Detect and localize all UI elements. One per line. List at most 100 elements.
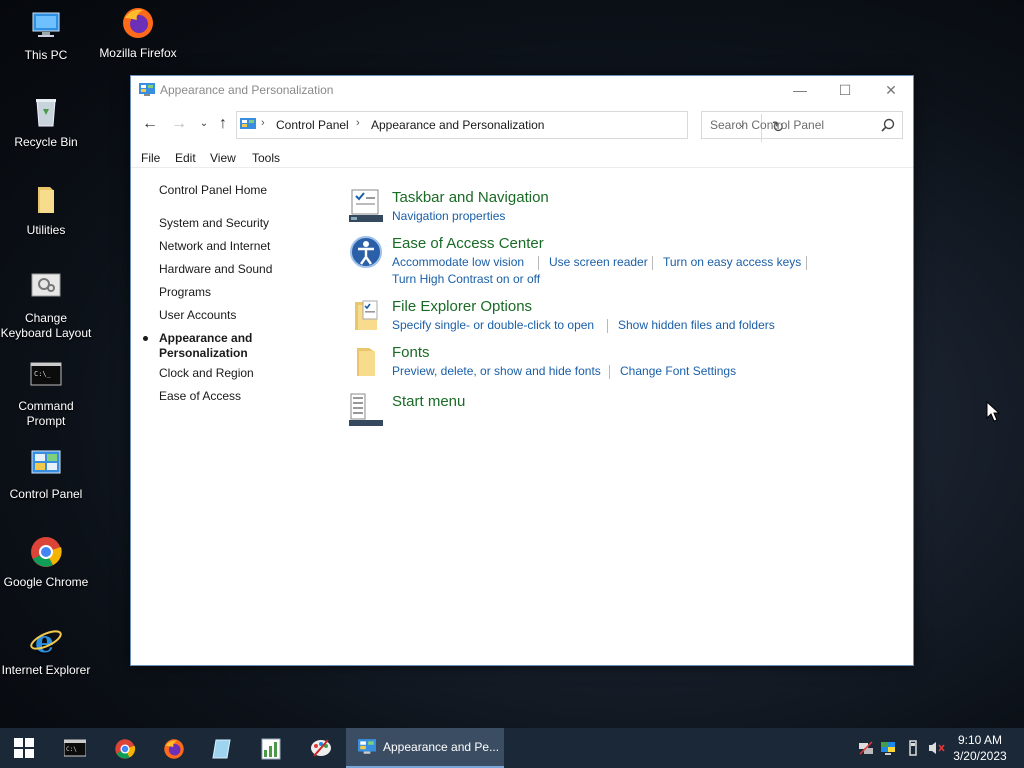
desktop-icon-this-pc[interactable]: This PC: [0, 8, 92, 63]
link-use-screen-reader[interactable]: Use screen reader: [549, 255, 648, 269]
link-change-font-settings[interactable]: Change Font Settings: [620, 364, 736, 378]
title-bar[interactable]: Appearance and Personalization — ☐ ✕: [131, 76, 913, 105]
menu-file[interactable]: File: [141, 151, 160, 165]
taskbar-spreadsheet[interactable]: [247, 728, 295, 768]
menu-tools[interactable]: Tools: [252, 151, 280, 165]
link-single-double-click[interactable]: Specify single- or double-click to open: [392, 318, 594, 332]
taskbar-firefox[interactable]: [149, 728, 197, 768]
desktop-icon-label: Command Prompt: [18, 399, 74, 428]
category-start-menu[interactable]: Start menu: [392, 393, 465, 410]
maximize-button[interactable]: ☐: [822, 76, 868, 105]
desktop-icon-firefox[interactable]: Mozilla Firefox: [92, 6, 184, 61]
svg-text:C:\: C:\: [66, 746, 77, 753]
desktop-icon-label: Internet Explorer: [1, 663, 91, 677]
category-taskbar-and-navigation[interactable]: Taskbar and Navigation: [392, 189, 549, 206]
breadcrumb-separator-icon: ›: [261, 117, 265, 129]
nav-appearance-line1[interactable]: Appearance and: [159, 331, 252, 346]
start-icon: [14, 738, 34, 758]
taskbar-paint[interactable]: [296, 728, 344, 768]
clock-time: 9:10 AM: [957, 733, 1003, 747]
link-turn-on-easy-access-keys[interactable]: Turn on easy access keys: [663, 255, 801, 269]
chrome-icon: [29, 535, 63, 569]
nav-system-and-security[interactable]: System and Security: [159, 216, 269, 231]
breadcrumb-appearance[interactable]: Appearance and Personalization: [371, 118, 544, 132]
network-icon[interactable]: [858, 740, 874, 756]
category-file-explorer-options[interactable]: File Explorer Options: [392, 298, 532, 315]
taskbar-chrome[interactable]: [100, 728, 148, 768]
category-fonts[interactable]: Fonts: [392, 344, 430, 361]
nav-network-and-internet[interactable]: Network and Internet: [159, 239, 270, 254]
folder-options-icon[interactable]: [349, 298, 383, 332]
menu-bar: File Edit View Tools: [131, 148, 913, 168]
desktop-icon-recycle-bin[interactable]: Recycle Bin: [0, 95, 92, 150]
taskbar-icon[interactable]: [349, 188, 383, 222]
taskbar-command-prompt[interactable]: C:\: [50, 728, 98, 768]
nav-programs[interactable]: Programs: [159, 285, 211, 300]
desktop-icon-label: This PC: [24, 48, 68, 62]
window-title: Appearance and Personalization: [160, 83, 334, 97]
desktop-icon-label: Mozilla Firefox: [99, 46, 177, 60]
desktop-icon-label: Change Keyboard Layout: [0, 311, 92, 340]
clock-date: 3/20/2023: [953, 749, 1007, 763]
menu-view[interactable]: View: [210, 151, 236, 165]
display-icon[interactable]: [880, 740, 896, 756]
desktop-icon-label: Control Panel: [9, 487, 83, 501]
firefox-icon: [163, 738, 184, 759]
this-pc-icon: [29, 8, 63, 42]
internet-explorer-icon: e: [29, 623, 63, 660]
link-preview-fonts[interactable]: Preview, delete, or show and hide fonts: [392, 364, 601, 378]
category-ease-of-access-center[interactable]: Ease of Access Center: [392, 235, 544, 252]
desktop-icon-control-panel[interactable]: Control Panel: [0, 447, 92, 502]
search-icon[interactable]: [881, 118, 895, 132]
firefox-icon: [121, 6, 155, 40]
desktop-icon-utilities[interactable]: Utilities: [0, 183, 92, 238]
control-panel-icon: [240, 118, 256, 132]
link-navigation-properties[interactable]: Navigation properties: [392, 209, 505, 223]
spreadsheet-icon: [261, 738, 281, 760]
breadcrumb-control-panel[interactable]: Control Panel: [276, 118, 349, 132]
link-accommodate-low-vision[interactable]: Accommodate low vision: [392, 255, 524, 269]
link-separator: [806, 256, 807, 270]
taskbar-notepad[interactable]: [198, 728, 246, 768]
taskbar-active-window[interactable]: Appearance and Pe...: [346, 728, 504, 768]
keyboard-settings-icon: [29, 271, 63, 305]
desktop-icon-google-chrome[interactable]: Google Chrome: [0, 535, 92, 590]
start-button[interactable]: [0, 728, 48, 768]
search-input[interactable]: [703, 113, 873, 137]
system-clock[interactable]: 9:10 AM 3/20/2023: [948, 732, 1012, 764]
usb-icon[interactable]: [905, 740, 921, 756]
nav-user-accounts[interactable]: User Accounts: [159, 308, 236, 323]
desktop-icon-command-prompt[interactable]: C:\_ Command Prompt: [0, 359, 92, 429]
link-separator: [609, 365, 610, 379]
control-panel-icon: [358, 739, 376, 755]
control-panel-window: Appearance and Personalization — ☐ ✕ ← →…: [130, 75, 914, 666]
nav-control-panel-home[interactable]: Control Panel Home: [159, 183, 267, 198]
link-show-hidden-files[interactable]: Show hidden files and folders: [618, 318, 775, 332]
menu-edit[interactable]: Edit: [175, 151, 196, 165]
up-arrow-icon[interactable]: ↑: [212, 113, 234, 135]
forward-arrow-icon[interactable]: →: [168, 113, 190, 135]
control-panel-icon: [29, 447, 63, 481]
nav-hardware-and-sound[interactable]: Hardware and Sound: [159, 262, 272, 277]
link-turn-high-contrast[interactable]: Turn High Contrast on or off: [392, 272, 540, 286]
address-bar[interactable]: › Control Panel › Appearance and Persona…: [236, 111, 784, 142]
desktop-icon-change-keyboard-layout[interactable]: Change Keyboard Layout: [0, 271, 92, 341]
volume-muted-icon[interactable]: [928, 740, 945, 756]
minimize-button[interactable]: —: [777, 76, 823, 105]
nav-ease-of-access[interactable]: Ease of Access: [159, 389, 241, 404]
nav-appearance-line2[interactable]: Personalization: [159, 346, 248, 361]
taskbar-window-label: Appearance and Pe...: [383, 740, 500, 754]
nav-clock-and-region[interactable]: Clock and Region: [159, 366, 254, 381]
link-separator: [652, 256, 653, 270]
control-panel-icon: [139, 83, 155, 97]
desktop-icon-internet-explorer[interactable]: e Internet Explorer: [0, 623, 92, 678]
close-button[interactable]: ✕: [868, 76, 914, 105]
back-arrow-icon[interactable]: ←: [139, 113, 161, 135]
recycle-bin-icon: [29, 95, 63, 129]
taskbar: C:\ Appearance and Pe... 9:10 AM 3/20/20…: [0, 728, 1024, 768]
breadcrumb-separator-icon: ›: [356, 117, 360, 129]
fonts-folder-icon[interactable]: [349, 344, 383, 378]
ease-of-access-icon[interactable]: [349, 235, 383, 269]
start-menu-icon[interactable]: [349, 392, 383, 426]
mouse-cursor-icon: [986, 400, 1001, 423]
